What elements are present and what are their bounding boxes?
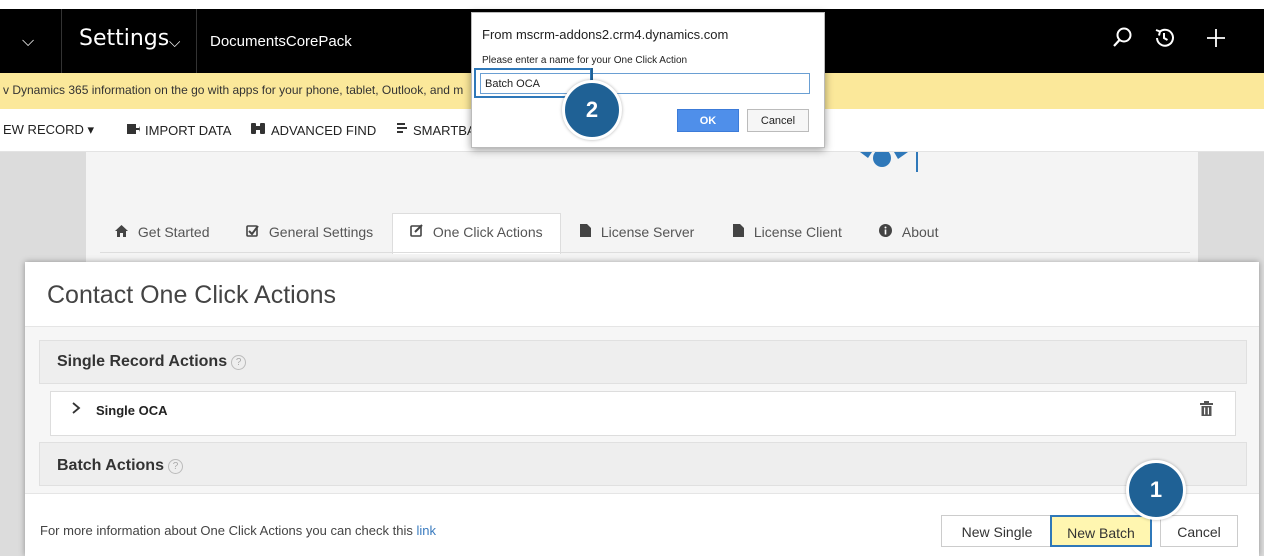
- section-title-text: Batch Actions: [57, 457, 164, 474]
- modal-title: Contact One Click Actions: [47, 281, 337, 309]
- settings-area-label[interactable]: Settings: [79, 26, 169, 51]
- import-icon: [126, 122, 140, 138]
- tab-get-started[interactable]: Get Started: [115, 213, 209, 251]
- expand-chevron-icon[interactable]: [71, 401, 81, 420]
- checkbox-icon: [246, 224, 263, 240]
- top-edge: [0, 0, 1264, 9]
- search-icon[interactable]: [1112, 25, 1134, 58]
- logo-icon: [860, 149, 930, 183]
- smartbar-label: SMARTBA: [413, 123, 476, 138]
- new-single-button[interactable]: New Single: [941, 515, 1053, 547]
- tab-label: License Client: [753, 224, 842, 240]
- prompt-cancel-button[interactable]: Cancel: [747, 109, 809, 132]
- tab-label: About: [901, 224, 939, 240]
- single-oca-name: Single OCA: [96, 403, 168, 418]
- prompt-message: Please enter a name for your One Click A…: [482, 55, 688, 66]
- tab-divider: [100, 252, 1190, 253]
- trash-icon[interactable]: [1200, 401, 1213, 420]
- modal-cancel-button[interactable]: Cancel: [1160, 515, 1238, 547]
- new-batch-button[interactable]: New Batch: [1050, 515, 1152, 547]
- batch-actions-title: Batch Actions?: [57, 457, 183, 475]
- footer-info: For more information about One Click Act…: [40, 523, 436, 538]
- import-data-button[interactable]: IMPORT DATA: [126, 122, 231, 138]
- tab-license-server[interactable]: License Server: [580, 213, 694, 251]
- help-icon[interactable]: ?: [167, 459, 183, 474]
- info-link[interactable]: link: [416, 523, 436, 538]
- tab-about[interactable]: About: [879, 213, 938, 251]
- help-icon[interactable]: ?: [231, 355, 247, 370]
- tab-one-click-actions[interactable]: One Click Actions: [410, 213, 543, 251]
- nav-menu-chevron-icon[interactable]: ⌵: [22, 33, 34, 51]
- batch-actions-header: [39, 442, 1247, 486]
- advanced-find-label: ADVANCED FIND: [271, 123, 377, 138]
- single-oca-row[interactable]: [50, 391, 1236, 436]
- footer-info-text: For more information about One Click Act…: [40, 523, 417, 538]
- tab-label: General Settings: [268, 224, 374, 240]
- import-data-label: IMPORT DATA: [145, 123, 232, 138]
- tab-label: Get Started: [137, 224, 210, 240]
- home-icon: [115, 224, 132, 240]
- prompt-ok-button[interactable]: OK: [677, 109, 739, 132]
- tab-label: One Click Actions: [432, 224, 543, 240]
- history-icon[interactable]: [1152, 25, 1176, 58]
- step-badge-1: 1: [1126, 460, 1186, 520]
- file-icon: [733, 224, 748, 240]
- entity-breadcrumb[interactable]: DocumentsCorePack: [210, 33, 352, 50]
- nav-divider: [61, 9, 62, 73]
- prompt-origin: From mscrm-addons2.crm4.dynamics.com: [482, 27, 729, 42]
- file-icon: [580, 224, 595, 240]
- nav-divider: [196, 9, 197, 73]
- plus-icon[interactable]: [1205, 25, 1227, 58]
- edit-icon: [410, 224, 427, 240]
- single-record-actions-title: Single Record Actions?: [57, 353, 247, 371]
- tab-label: License Server: [600, 224, 695, 240]
- step-badge-2: 2: [562, 80, 622, 140]
- tab-general-settings[interactable]: General Settings: [246, 213, 373, 251]
- binoculars-icon: [250, 122, 266, 138]
- smartbar-button[interactable]: SMARTBA: [396, 122, 476, 138]
- section-title-text: Single Record Actions: [57, 353, 228, 370]
- advanced-find-button[interactable]: ADVANCED FIND: [250, 122, 376, 138]
- notification-text: v Dynamics 365 information on the go wit…: [3, 83, 464, 97]
- smartbar-icon: [396, 122, 408, 138]
- new-record-button[interactable]: EW RECORD ▾: [3, 122, 94, 138]
- tab-license-client[interactable]: License Client: [733, 213, 842, 251]
- footer-divider: [25, 493, 1259, 494]
- info-icon: [879, 224, 896, 240]
- settings-chevron-icon[interactable]: ⌵: [169, 34, 180, 51]
